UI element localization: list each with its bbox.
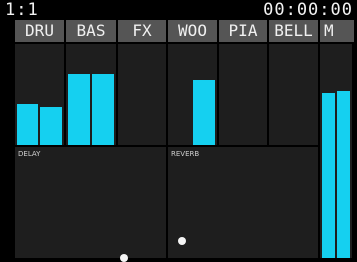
track-label-fx[interactable]: FX (118, 20, 166, 42)
track-strip-fx[interactable] (118, 44, 166, 145)
delay-position-dot[interactable] (120, 254, 128, 262)
track-strip-dru[interactable] (15, 44, 64, 145)
track-label-bas[interactable]: BAS (66, 20, 116, 42)
delay-panel[interactable]: DELAY (15, 147, 166, 262)
meter-woo-right (193, 80, 215, 145)
timecode-display: 00:00:00 (263, 0, 353, 20)
status-bar: 1:1 00:00:00 (0, 0, 357, 20)
track-strip-woo[interactable] (168, 44, 217, 145)
track-label-bell[interactable]: BELL (269, 20, 318, 42)
reverb-position-dot[interactable] (178, 237, 186, 245)
track-label-master[interactable]: M (320, 20, 354, 42)
meter-master-right (337, 91, 350, 258)
track-label-dru[interactable]: DRU (15, 20, 64, 42)
delay-label: DELAY (18, 150, 41, 158)
track-area: DRU BAS FX WOO PIA BELL M DELAY REVERB (0, 20, 357, 262)
meter-dru-right (40, 107, 62, 145)
track-label-woo[interactable]: WOO (168, 20, 217, 42)
track-strip-master[interactable] (320, 44, 352, 258)
meter-dru-left (17, 104, 38, 145)
track-strip-pia[interactable] (219, 44, 267, 145)
song-position: 1:1 (5, 0, 39, 20)
track-strip-bell[interactable] (269, 44, 318, 145)
track-label-pia[interactable]: PIA (219, 20, 267, 42)
track-strip-bas[interactable] (66, 44, 116, 145)
meter-master-left (322, 93, 335, 258)
meter-bas-left (68, 74, 90, 145)
reverb-panel[interactable]: REVERB (168, 147, 318, 258)
meter-bas-right (92, 74, 114, 145)
reverb-label: REVERB (171, 150, 200, 158)
